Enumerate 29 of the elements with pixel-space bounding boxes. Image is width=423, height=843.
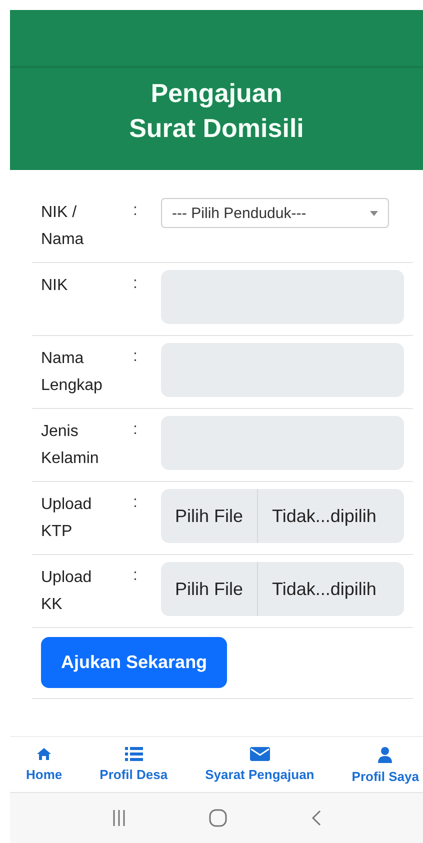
page-title: Pengajuan Surat Domisili	[128, 77, 305, 145]
field-label: Nama Lengkap	[41, 349, 104, 396]
colon-separator: :	[133, 420, 138, 440]
nav-item[interactable]: Profil Desa	[100, 747, 168, 784]
field-label: NIK	[41, 276, 69, 296]
nav-item[interactable]: Profil Saya	[352, 747, 419, 784]
colon-separator: :	[133, 201, 138, 221]
home-button-icon[interactable]	[209, 809, 228, 827]
colon-separator: :	[133, 274, 138, 294]
caret-icon	[370, 210, 378, 216]
file-input[interactable]: Pilih File Tidak...dipilih	[161, 489, 404, 543]
colon-separator: :	[133, 493, 138, 513]
envelope-icon	[250, 747, 270, 761]
submit-button[interactable]: Ajukan Sekarang	[41, 637, 228, 688]
field-label: NIK / Nama	[41, 203, 85, 250]
home-icon	[36, 747, 52, 761]
field-label: Upload KK	[41, 568, 93, 615]
back-icon[interactable]	[311, 810, 322, 826]
nav-item[interactable]: Home	[26, 747, 62, 784]
list-icon	[124, 747, 143, 761]
field-label: Jenis Kelamin	[41, 422, 100, 469]
resident-select[interactable]: --- Pilih Penduduk---	[161, 198, 389, 228]
nav-item[interactable]: Syarat Pengajuan	[205, 747, 314, 784]
colon-separator: :	[133, 347, 138, 367]
colon-separator: :	[133, 566, 138, 586]
file-input[interactable]: Pilih File Tidak...dipilih	[161, 562, 404, 616]
recent-apps-icon[interactable]	[112, 810, 126, 826]
user-icon	[378, 747, 392, 763]
field-label: Upload KTP	[41, 495, 93, 542]
